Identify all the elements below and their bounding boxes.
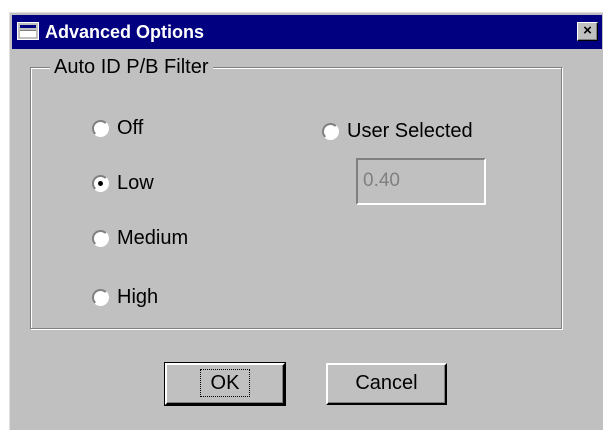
radio-low[interactable]: Low [92,170,154,196]
ok-button-label: OK [199,369,251,397]
groupbox-label: Auto ID P/B Filter [50,55,213,79]
dialog-title: Advanced Options [45,22,205,42]
radio-high-label: High [117,286,159,308]
radio-low-label: Low [117,172,154,194]
radio-high[interactable]: High [92,284,158,310]
close-icon: × [583,22,592,39]
close-button[interactable]: × [577,22,598,41]
window-icon [17,22,39,40]
radio-user-selected[interactable]: User Selected [322,118,473,144]
radio-button[interactable] [92,229,109,247]
cancel-button-label: Cancel [355,372,418,394]
radio-user-selected-label: User Selected [347,120,473,142]
title-bar[interactable]: Advanced Options × [12,15,602,49]
radio-off-label: Off [117,117,144,139]
user-value-field[interactable]: 0.40 [356,158,486,205]
cancel-button[interactable]: Cancel [326,363,447,405]
radio-button[interactable] [322,122,339,140]
ok-button[interactable]: OK [164,362,286,406]
user-value-text: 0.40 [363,170,400,191]
radio-off[interactable]: Off [92,115,143,141]
radio-medium[interactable]: Medium [92,225,188,251]
radio-medium-label: Medium [117,227,189,249]
radio-button[interactable] [92,119,109,137]
radio-button[interactable] [92,174,109,192]
radio-button[interactable] [92,288,109,306]
